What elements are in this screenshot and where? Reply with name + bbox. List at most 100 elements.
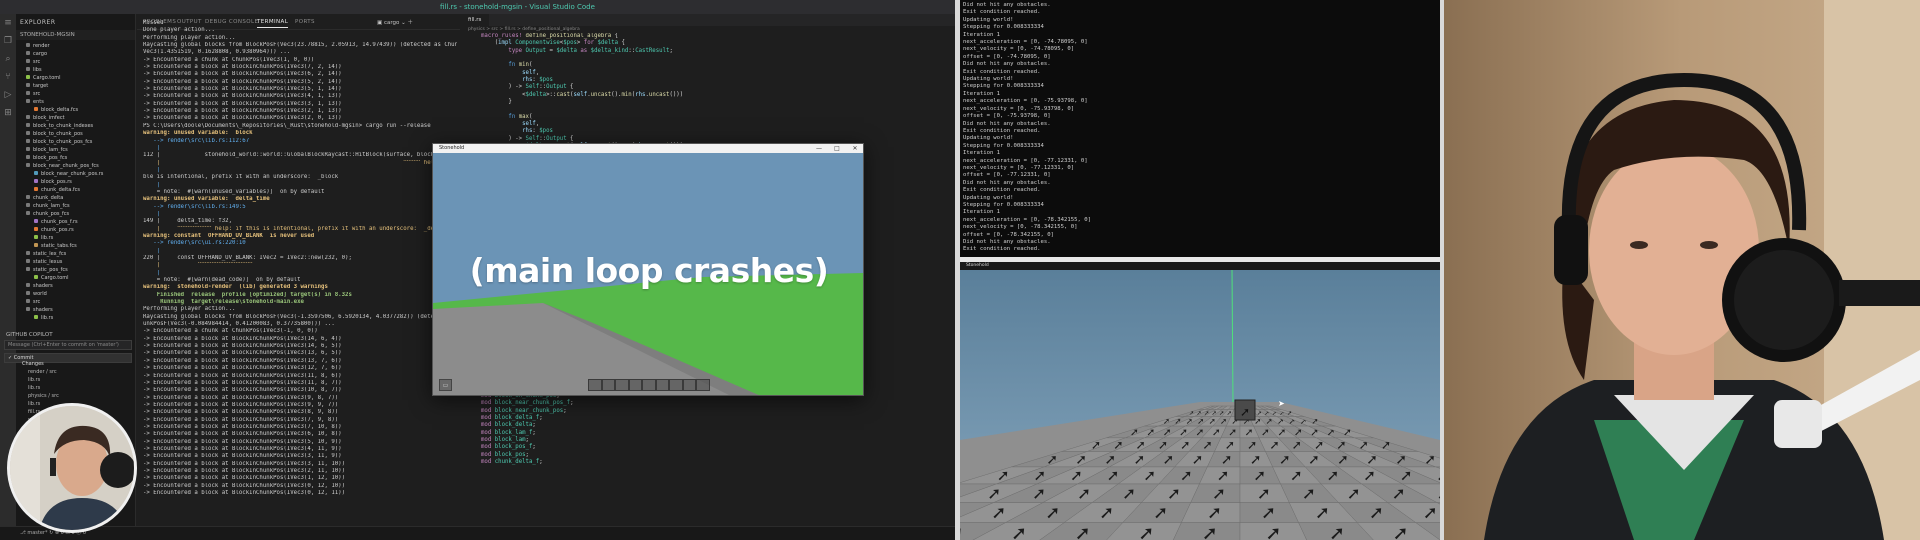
tree-item[interactable]: static_lexus [22, 258, 135, 266]
code-line[interactable]: fn min( [481, 62, 951, 69]
changed-file[interactable]: render / src [4, 368, 132, 376]
code-line[interactable]: type Output = $delta as $delta_kind::Cas… [481, 48, 951, 55]
terminal-line: Missed [143, 20, 164, 26]
tree-item[interactable]: block_pos.rs [22, 178, 135, 186]
code-line[interactable]: fn max( [481, 114, 951, 121]
console-line: Did not hit any obstacles. [963, 61, 1051, 68]
minimize-button[interactable]: — [811, 144, 827, 153]
run-debug-icon[interactable]: ▷ [0, 86, 16, 104]
console-line: Iteration 1 [963, 150, 1001, 157]
tree-item[interactable]: block_pos_fcs [22, 154, 135, 162]
tree-item[interactable]: render [22, 42, 135, 50]
code-line[interactable]: mod block_delta; [481, 422, 951, 429]
maximize-button[interactable]: □ [829, 144, 845, 153]
tree-item[interactable]: block_near_chunk_pos.rs [22, 170, 135, 178]
code-line[interactable]: mod block_lam; [481, 437, 951, 444]
tree-item[interactable]: src [22, 298, 135, 306]
tree-item[interactable]: static_lex_fcs [22, 250, 135, 258]
code-line[interactable]: mod block_near_chunk_pos_f; [481, 400, 951, 407]
code-line[interactable]: mod block_pos; [481, 452, 951, 459]
source-control-icon[interactable]: ⑂ [0, 68, 16, 86]
terminal-output[interactable]: Missed Done player action... Performing pl… [140, 20, 460, 525]
tree-item[interactable]: Cargo.toml [22, 74, 135, 82]
tree-item-label: chunk_lam_fcs [33, 203, 70, 209]
changed-file[interactable]: lib.rs [4, 376, 132, 384]
game-world-view[interactable]: ➚ ➚ ➚ ➚ ➚ ➚ ➚ ➚ ➚ ➚ ➚ ➚ ➚ ➚ ➚ ➚ ➚ ➚ ➚ ➚ ➚ ➚ ➚ ➚ ➚ ➚ ➚ ➚ ➚ ➚ ➚ ➚ ➚ ➚ ➚ ➚ ➚ ➚ ➚ ➚… [960, 270, 1440, 540]
code-line[interactable]: mod block_delta_f; [481, 415, 951, 422]
tree-item[interactable]: block_near_chunk_pos_fcs [22, 162, 135, 170]
code-line[interactable]: rhs: $pos [481, 128, 951, 135]
workspace-name[interactable]: STONEHOLD-MGSIN [0, 30, 135, 40]
folder-icon [26, 299, 30, 303]
commit-message-input[interactable]: Message (Ctrl+Enter to commit on 'master… [4, 340, 132, 350]
code-line[interactable]: mod block_lam_f; [481, 430, 951, 437]
console-line: Stepping for 0.008333334 [963, 83, 1044, 90]
tree-item[interactable]: shaders [22, 282, 135, 290]
line-number [460, 33, 480, 40]
tree-item[interactable]: src [22, 58, 135, 66]
tree-item[interactable]: chunk_delta [22, 194, 135, 202]
code-line[interactable] [481, 55, 951, 62]
game-window[interactable]: Stonehold — □ ✕ (main loop crashes) ▭ [432, 143, 864, 396]
tree-item[interactable]: lib.rs [22, 234, 135, 242]
tree-item[interactable]: block_to_chunk_pos_fcs [22, 138, 135, 146]
tree-item[interactable]: static_pos_fcs [22, 266, 135, 274]
changes-header[interactable]: Changes [4, 360, 132, 368]
folder-icon [26, 99, 30, 103]
tree-item[interactable]: chunk_pos_f.rs [22, 218, 135, 226]
game-viewport[interactable]: (main loop crashes) ▭ [433, 153, 863, 395]
game-window-titlebar[interactable]: Stonehold [960, 262, 1440, 270]
tree-item[interactable]: ents [22, 98, 135, 106]
tree-item[interactable]: block_to_chunk_indexes [22, 122, 135, 130]
tree-item[interactable]: Cargo.toml [22, 274, 135, 282]
code-line[interactable]: mod block_near_chunk_pos; [481, 408, 951, 415]
changed-file[interactable]: lib.rs [4, 384, 132, 392]
code-line[interactable]: self, [481, 70, 951, 77]
code-line[interactable]: <$delta>::cast(self.uncast().min(rhs.unc… [481, 92, 951, 99]
game-window-titlebar[interactable]: Stonehold — □ ✕ [433, 144, 863, 153]
breadcrumb[interactable]: physics > src > fill.rs > define_positio… [460, 26, 955, 33]
tree-item[interactable]: block_to_chunk_pos [22, 130, 135, 138]
tree-item-label: block_near_chunk_pos.rs [41, 171, 104, 177]
tree-item[interactable]: chunk_lam_fcs [22, 202, 135, 210]
tree-item[interactable]: shaders [22, 306, 135, 314]
code-line[interactable]: mod chunk_delta_f; [481, 459, 951, 466]
code-line[interactable]: macro_rules! define_positional_algebra { [481, 33, 951, 40]
tree-item[interactable]: world [22, 290, 135, 298]
code-line[interactable]: mod block_pos_f; [481, 444, 951, 451]
hotbar-slot [615, 379, 629, 391]
tree-item[interactable]: chunk_pos_fcs [22, 210, 135, 218]
terminal-line: -> Encountered a block at BlockInChunkPo… [143, 71, 342, 78]
code-line[interactable]: self, [481, 121, 951, 128]
menu-icon[interactable]: ≡ [0, 14, 16, 32]
tree-item[interactable]: static_tabs.fcs [22, 242, 135, 250]
changed-file[interactable]: physics / src [4, 392, 132, 400]
tree-item[interactable]: block_lam_fcs [22, 146, 135, 154]
files-icon[interactable]: ❐ [0, 32, 16, 50]
tree-item[interactable]: block_delta.fcs [22, 106, 135, 114]
tree-item[interactable]: chunk_delta.fcs [22, 186, 135, 194]
code-line[interactable]: (impl Componentwise<$pos> for $delta { [481, 40, 951, 47]
tree-item[interactable]: cargo [22, 50, 135, 58]
tree-item[interactable]: target [22, 82, 135, 90]
tree-item[interactable]: libs [22, 66, 135, 74]
folder-icon [26, 195, 30, 199]
tree-item[interactable]: lib.rs [22, 314, 135, 322]
code-line[interactable]: ) -> Self::Output { [481, 84, 951, 91]
close-button[interactable]: ✕ [847, 144, 863, 153]
editor-tab-fill-rs[interactable]: fill.rs [460, 14, 490, 26]
tree-item[interactable]: block_imfect [22, 114, 135, 122]
folder-icon [26, 131, 30, 135]
folder-icon [26, 91, 30, 95]
game-console[interactable]: Did not hit any obstacles. Exit condition… [960, 0, 1440, 257]
code-line[interactable]: } [481, 99, 951, 106]
extensions-icon[interactable]: ⊞ [0, 104, 16, 122]
tree-item[interactable]: src [22, 90, 135, 98]
status-bar[interactable]: ⎇ master* ↻ ⊗ 0 ⚠ 0 ⓘ 0 [0, 526, 955, 540]
code-line[interactable] [481, 106, 951, 113]
tree-item-label: shaders [33, 283, 53, 289]
code-line[interactable]: rhs: $pos [481, 77, 951, 84]
tree-item[interactable]: chunk_pos.rs [22, 226, 135, 234]
search-icon[interactable]: ⌕ [0, 50, 16, 68]
console-line: Exit condition reached. [963, 246, 1041, 253]
